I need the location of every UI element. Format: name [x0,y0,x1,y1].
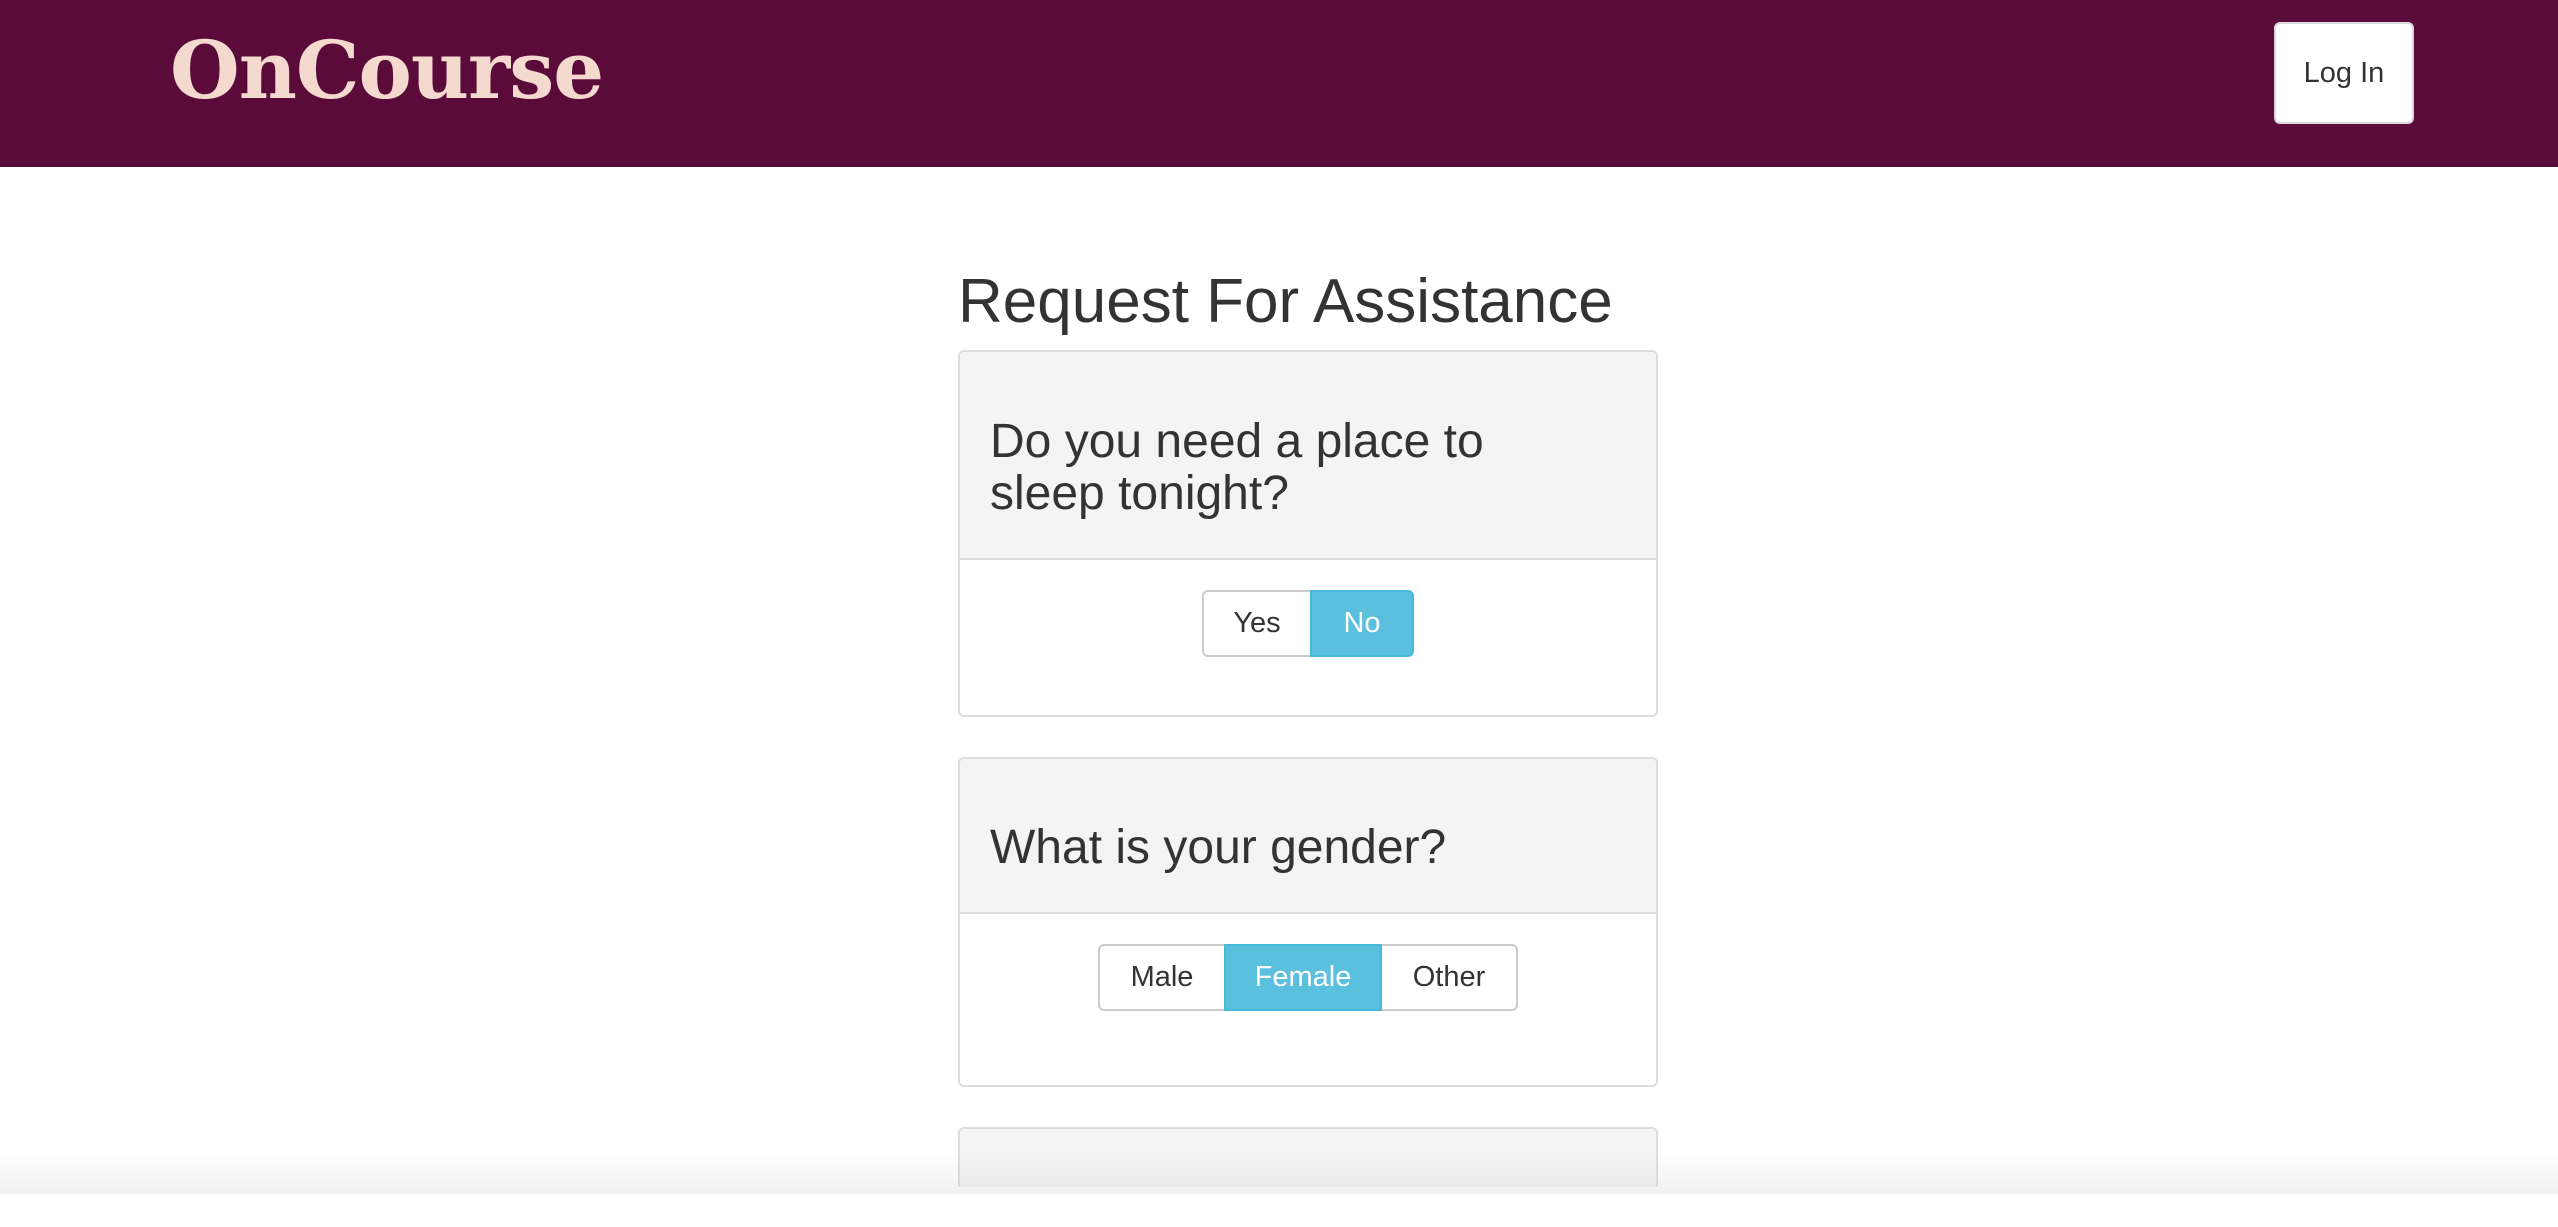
log-in-button[interactable]: Log In [2274,22,2414,124]
question-heading: What is your gender? [960,759,1656,914]
option-female-button[interactable]: Female [1224,944,1382,1011]
question-options: Yes No [960,560,1656,657]
brand-logo[interactable]: OnCourse [170,22,604,118]
question-text: What is your gender? [990,821,1447,874]
question-panel-gender: What is your gender? Male Female Other [958,757,1658,1087]
option-male-button[interactable]: Male [1098,944,1226,1011]
top-navbar: OnCourse Log In [0,0,2558,167]
question-panel-sleep: Do you need a place to sleep tonight? Ye… [958,350,1658,717]
page-title: Request For Assistance [958,267,1613,336]
question-text: Do you need a place to sleep tonight? [990,415,1484,520]
question-panel-next [958,1127,1658,1187]
gender-answer-group: Male Female Other [1098,944,1518,1011]
option-other-button[interactable]: Other [1380,944,1518,1011]
assistance-form: Request For Assistance Do you need a pla… [958,262,1658,1227]
option-yes-button[interactable]: Yes [1202,590,1312,657]
question-heading: Do you need a place to sleep tonight? [960,352,1656,560]
sleep-answer-group: Yes No [1202,590,1414,657]
question-options: Male Female Other [960,914,1656,1011]
question-heading [960,1129,1656,1187]
option-no-button[interactable]: No [1310,590,1414,657]
